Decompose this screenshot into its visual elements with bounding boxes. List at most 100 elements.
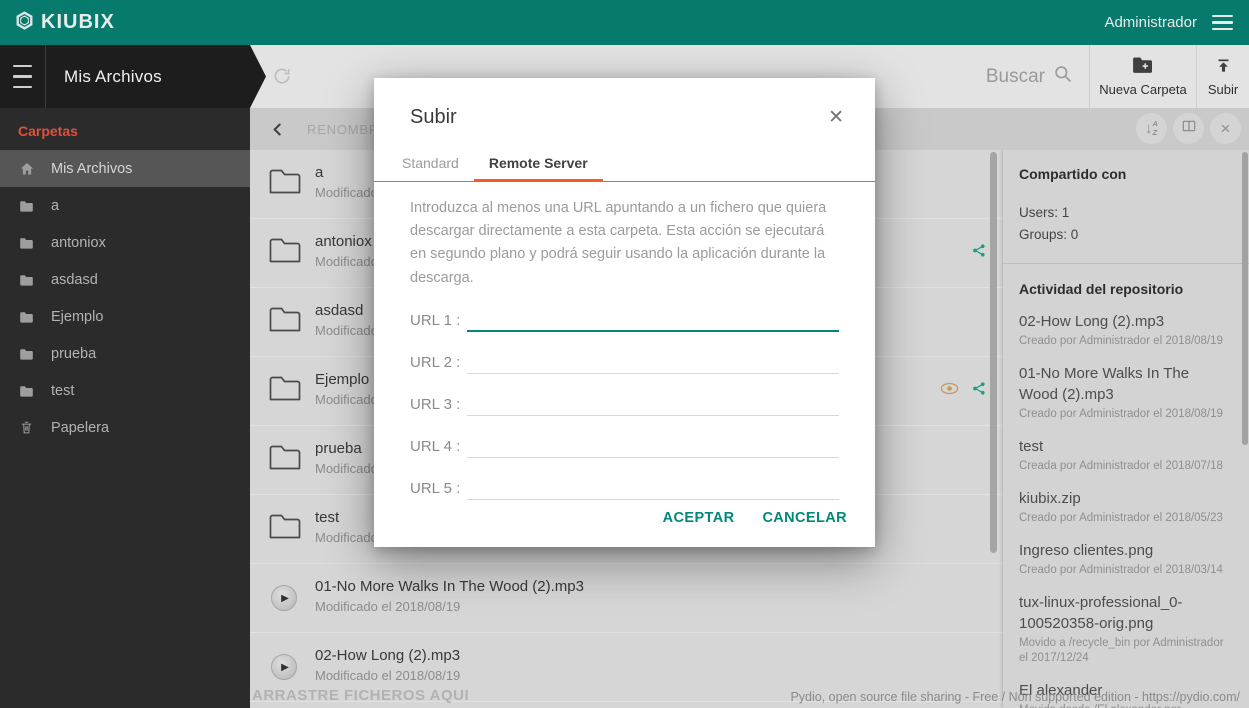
upload-button[interactable]: Subir — [1196, 45, 1249, 108]
activity-item-name[interactable]: 01-No More Walks In The Wood (2).mp3 — [1019, 363, 1231, 405]
url-4-label: URL 4 : — [410, 437, 461, 455]
home-icon — [18, 161, 35, 177]
file-row[interactable]: ▶ 01-No More Walks In The Wood (2).mp3 M… — [250, 564, 1003, 633]
activity-item-name[interactable]: Ingreso clientes.png — [1019, 540, 1231, 561]
sidebar-item-label: antoniox — [51, 234, 106, 251]
sidebar-item[interactable]: Mis Archivos — [0, 150, 250, 187]
new-folder-button[interactable]: Nueva Carpeta — [1089, 45, 1196, 108]
shared-with-title: Compartido con — [1019, 166, 1127, 182]
folder-icon — [18, 200, 35, 212]
url-5-input[interactable] — [467, 473, 839, 500]
brand-logo: KIUBIX — [14, 0, 115, 45]
dialog-tabs: Standard Remote Server — [374, 148, 875, 182]
back-icon[interactable] — [270, 122, 285, 137]
activity-item: 02-How Long (2).mp3 Creado por Administr… — [1019, 311, 1231, 349]
tab-standard[interactable]: Standard — [387, 148, 474, 181]
activity-title: Actividad del repositorio — [1019, 281, 1184, 298]
activity-item-name[interactable]: 02-How Long (2).mp3 — [1019, 311, 1231, 332]
refresh-icon[interactable] — [272, 66, 292, 91]
sidebar-item-label: Mis Archivos — [51, 160, 133, 177]
accept-button[interactable]: ACEPTAR — [649, 501, 749, 535]
url-1-input[interactable] — [467, 305, 839, 332]
sidebar-item[interactable]: asdasd — [0, 261, 250, 298]
file-name: prueba — [315, 440, 362, 457]
sort-button[interactable]: ↓ A Z — [1136, 113, 1167, 144]
workspace-header: Mis Archivos — [0, 45, 266, 108]
dropzone-hint: ARRASTRE FICHEROS AQUI — [252, 687, 470, 704]
share-icon[interactable] — [970, 242, 987, 264]
folder-outline-icon — [268, 512, 302, 545]
sidebar-item-label: a — [51, 197, 60, 214]
file-name: antoniox — [315, 233, 372, 250]
url-1-label: URL 1 : — [410, 311, 461, 329]
activity-item: test Creada por Administrador el 2018/07… — [1019, 436, 1231, 474]
info-panel-scrollbar[interactable] — [1242, 152, 1248, 445]
url-2-label: URL 2 : — [410, 353, 461, 371]
sidebar-item[interactable]: a — [0, 187, 250, 224]
folder-outline-icon — [268, 374, 302, 407]
dialog-title: Subir — [410, 106, 457, 128]
activity-item: kiubix.zip Creado por Administrador el 2… — [1019, 488, 1231, 526]
shared-groups-count: Groups: 0 — [1019, 226, 1079, 242]
file-name: 01-No More Walks In The Wood (2).mp3 — [315, 578, 584, 595]
tab-remote-server[interactable]: Remote Server — [473, 148, 603, 182]
sort-alpha-icon: ↓ A Z — [1145, 119, 1158, 137]
file-list-scrollbar[interactable] — [990, 152, 997, 553]
pydio-footer-text: Pydio, open source file sharing - Free /… — [790, 690, 1240, 704]
url-3-label: URL 3 : — [410, 395, 461, 413]
activity-item-meta: Creado por Administrador el 2018/08/19 — [1019, 408, 1223, 421]
folders-section-label: Carpetas — [18, 123, 78, 139]
close-icon: × — [1220, 119, 1231, 138]
sidebar-item[interactable]: Ejemplo — [0, 298, 250, 335]
activity-item-meta: Creada por Administrador el 2018/07/18 — [1019, 460, 1223, 473]
columns-view-button[interactable] — [1173, 113, 1204, 144]
folder-outline-icon — [268, 305, 302, 338]
sidebar-menu-button[interactable] — [0, 45, 46, 108]
close-panel-button[interactable]: × — [1210, 113, 1241, 144]
play-icon: ▶ — [271, 585, 297, 611]
folder-outline-icon — [268, 443, 302, 476]
dialog-description: Introduzca al menos una URL apuntando a … — [410, 200, 827, 286]
close-icon[interactable]: ✕ — [828, 108, 844, 127]
folder-outline-icon — [268, 167, 302, 200]
menu-icon — [13, 63, 32, 91]
file-name: test — [315, 509, 340, 526]
sidebar-item[interactable]: test — [0, 372, 250, 409]
upload-icon — [1215, 57, 1232, 79]
eye-icon[interactable] — [940, 382, 959, 400]
activity-item: tux-linux-professional_0-100520358-orig.… — [1019, 592, 1231, 666]
file-name: a — [315, 164, 324, 181]
activity-item-name[interactable]: test — [1019, 436, 1231, 457]
sidebar-item-label: prueba — [51, 345, 97, 362]
activity-item: 01-No More Walks In The Wood (2).mp3 Cre… — [1019, 363, 1231, 422]
sidebar-item-label: test — [51, 382, 75, 399]
current-user-label: Administrador — [1104, 14, 1197, 31]
folder-icon — [18, 311, 35, 323]
hexagon-logo-icon — [14, 10, 35, 36]
search-label: Buscar — [985, 65, 1045, 87]
file-modified-date: Modificado el 2018/08/19 — [315, 599, 461, 614]
url-3-input[interactable] — [467, 389, 839, 416]
activity-item-meta: Creado por Administrador el 2018/08/19 — [1019, 335, 1223, 348]
share-icon[interactable] — [970, 380, 987, 402]
shared-users-count: Users: 1 — [1019, 205, 1070, 220]
sidebar-item[interactable]: antoniox — [0, 224, 250, 261]
sidebar-item[interactable]: prueba — [0, 335, 250, 372]
sidebar-item-label: asdasd — [51, 271, 98, 288]
search-button[interactable]: Buscar — [970, 45, 1089, 108]
sidebar-item[interactable]: Papelera — [0, 409, 250, 446]
activity-item-meta: Movido a /recycle_bin por Administrador … — [1019, 636, 1224, 664]
cancel-button[interactable]: CANCELAR — [748, 501, 861, 535]
user-menu-icon[interactable] — [1212, 14, 1233, 31]
activity-item: Ingreso clientes.png Creado por Administ… — [1019, 540, 1231, 578]
folder-icon — [18, 348, 35, 360]
file-name: Ejemplo — [315, 371, 370, 388]
folder-icon — [18, 385, 35, 397]
activity-item-name[interactable]: kiubix.zip — [1019, 488, 1231, 509]
folder-icon — [18, 237, 35, 249]
activity-item-name[interactable]: tux-linux-professional_0-100520358-orig.… — [1019, 592, 1231, 634]
url-2-input[interactable] — [467, 347, 839, 374]
upload-label: Subir — [1207, 81, 1239, 97]
url-4-input[interactable] — [467, 431, 839, 458]
sidebar-item-label: Papelera — [51, 419, 110, 436]
